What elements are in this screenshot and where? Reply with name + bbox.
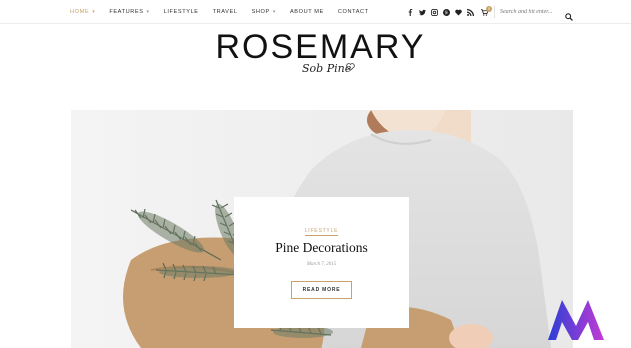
post-category-wrap: Lifestyle [234,228,409,236]
post-title[interactable]: Pine Decorations [234,240,409,256]
nav-item-home[interactable]: Home ▾ [70,9,95,15]
nav-item-label: Home [70,9,90,15]
brand-logo-icon [548,300,604,340]
nav-item-contact[interactable]: Contact [338,9,369,15]
cart-count-badge: 0 [486,5,492,12]
site-title[interactable]: ROSEMARY [0,28,631,66]
chevron-down-icon: ▾ [272,9,276,15]
cart-icon[interactable]: 0 [481,5,492,16]
nav-item-shop[interactable]: Shop ▾ [252,9,276,15]
search-box [500,5,578,21]
search-icon[interactable] [565,8,573,21]
featured-post-card: Lifestyle Pine Decorations March 7, 2015… [234,197,409,328]
nav-item-label: Lifestyle [163,9,199,15]
nav-item-lifestyle[interactable]: Lifestyle [164,9,199,15]
heart-icon[interactable] [455,9,462,16]
main-nav: Home ▾ Features ▾ Lifestyle Travel Shop … [70,0,383,24]
instagram-icon[interactable] [431,8,438,16]
nav-item-about-me[interactable]: About Me [290,9,324,15]
chevron-down-icon: ▾ [146,9,150,15]
social-links: 0 [407,0,493,24]
nav-item-label: Contact [337,9,369,15]
post-date: March 7, 2015 [306,262,337,267]
nav-item-travel[interactable]: Travel [213,9,238,15]
search-input[interactable] [500,9,562,15]
chevron-down-icon: ▾ [92,9,96,15]
nav-item-label: Features [109,9,144,15]
heart-outline-icon [346,63,355,71]
nav-item-label: Travel [212,9,238,15]
top-bar: Home ▾ Features ▾ Lifestyle Travel Shop … [0,0,631,24]
read-more-button[interactable]: Read More [291,281,352,299]
nav-item-label: About Me [289,9,324,15]
top-bar-divider [494,6,495,18]
twitter-icon[interactable] [419,9,426,16]
rss-icon[interactable] [467,8,474,16]
pinterest-icon[interactable] [443,8,450,16]
nav-item-label: Shop [251,9,270,15]
facebook-icon[interactable] [407,8,414,16]
nav-item-features[interactable]: Features ▾ [109,9,149,15]
post-category-link[interactable]: Lifestyle [304,228,339,236]
